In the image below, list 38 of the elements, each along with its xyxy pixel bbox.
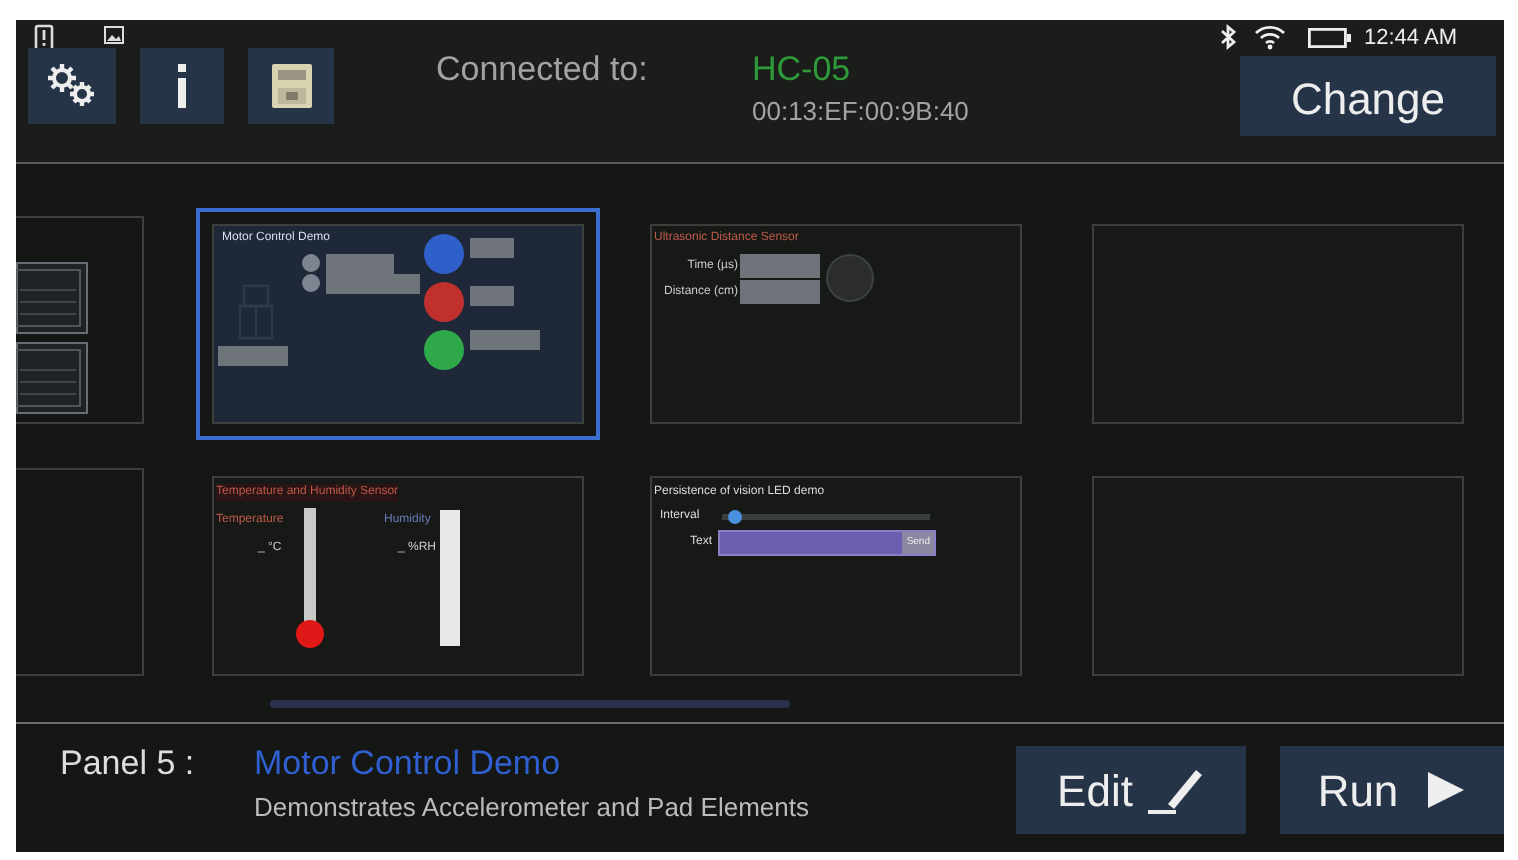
display-field	[740, 254, 820, 278]
info-icon	[176, 64, 188, 108]
battery-icon	[1308, 28, 1352, 48]
connected-label: Connected to:	[436, 48, 648, 92]
thermometer-drawing	[296, 508, 324, 648]
play-icon	[1426, 770, 1467, 810]
gears-icon	[44, 62, 100, 110]
edit-button[interactable]: Edit	[1016, 746, 1246, 834]
display-field	[326, 274, 420, 294]
pencil-icon	[1148, 764, 1205, 816]
graph-widget-icon	[16, 342, 88, 414]
scrollbar[interactable]	[270, 700, 790, 708]
display-field	[470, 238, 514, 258]
panel-name: Motor Control Demo	[254, 742, 561, 786]
panel-description: Demonstrates Accelerometer and Pad Elements	[254, 790, 809, 826]
led-light	[826, 254, 874, 302]
display-field	[740, 280, 820, 304]
panel-label: Panel 5 :	[60, 742, 195, 786]
display-field	[470, 330, 540, 350]
graph-widget-icon	[16, 262, 88, 334]
save-button[interactable]	[248, 48, 334, 124]
wifi-icon	[1254, 24, 1286, 50]
display-field	[218, 346, 288, 366]
slider-thumb[interactable]	[728, 510, 743, 524]
humidity-bar	[440, 510, 460, 646]
display-field	[326, 254, 394, 274]
slider-track[interactable]	[722, 514, 930, 520]
image-icon	[104, 26, 124, 44]
display-field	[470, 286, 514, 306]
settings-button[interactable]	[28, 48, 116, 124]
device-address: 00:13:EF:00:9B:40	[752, 94, 969, 130]
status-time: 12:44 AM	[1364, 24, 1457, 54]
bluetooth-icon	[1220, 24, 1236, 50]
change-button[interactable]: Change	[1240, 56, 1496, 136]
panel-card[interactable]	[16, 216, 144, 424]
info-button[interactable]	[140, 48, 224, 124]
run-button[interactable]: Run	[1280, 746, 1504, 834]
device-name: HC-05	[752, 48, 851, 92]
